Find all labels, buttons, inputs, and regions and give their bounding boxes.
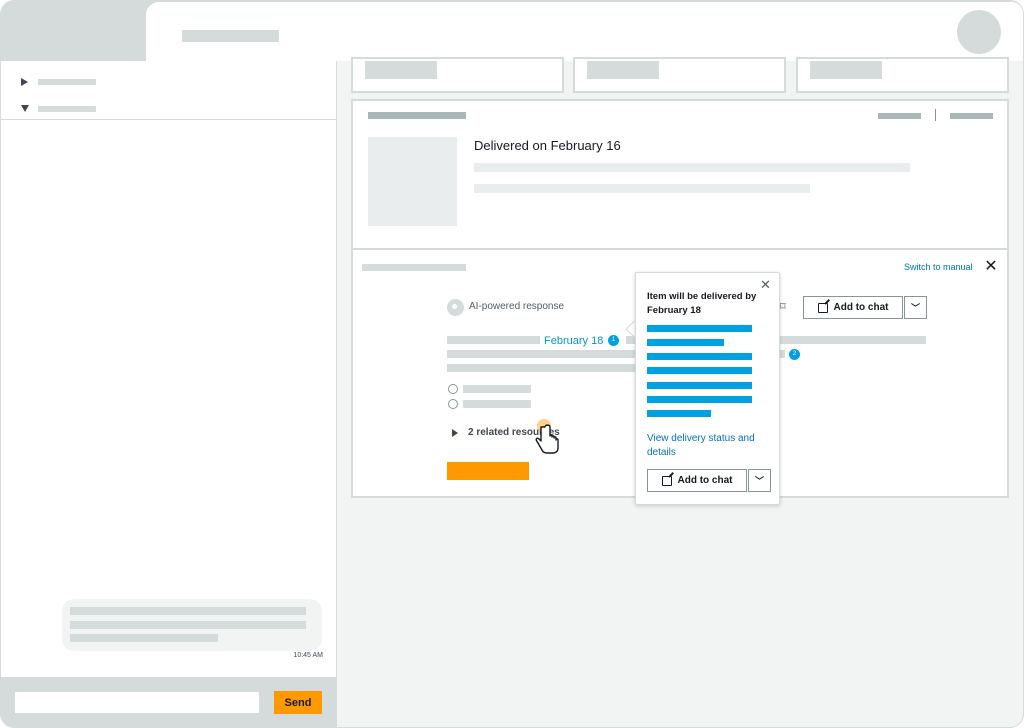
order-action[interactable] bbox=[950, 113, 993, 119]
summary-card-label bbox=[365, 61, 437, 79]
summary-card-label bbox=[810, 61, 882, 79]
order-detail-line bbox=[474, 184, 810, 193]
chevron-down-icon: ﹀ bbox=[910, 303, 920, 313]
delivery-date-link[interactable]: February 18 bbox=[544, 335, 603, 347]
popover-text-line bbox=[647, 382, 752, 389]
header-title bbox=[182, 30, 279, 42]
option-radio[interactable] bbox=[448, 384, 458, 394]
switch-to-manual-link[interactable]: Switch to manual bbox=[904, 262, 973, 272]
product-image bbox=[368, 137, 457, 226]
response-line bbox=[447, 364, 637, 372]
delivery-status-title: Delivered on February 16 bbox=[474, 138, 621, 153]
primary-action-button[interactable] bbox=[447, 462, 529, 480]
app-window: 10:45 AM Send Delivered on February 16 S… bbox=[0, 0, 1024, 728]
citation-badge-2[interactable]: 2 bbox=[789, 349, 800, 360]
divider bbox=[1, 119, 337, 120]
summary-card[interactable] bbox=[573, 57, 786, 93]
add-to-chat-dropdown[interactable]: ﹀ bbox=[904, 296, 927, 319]
caret-right-icon[interactable] bbox=[452, 429, 458, 437]
summary-card[interactable] bbox=[351, 57, 564, 93]
thumbs-down-icon[interactable]: ⌑ bbox=[780, 300, 786, 313]
ai-response-label: AI-powered response bbox=[469, 301, 565, 312]
tree-item-collapsed[interactable] bbox=[21, 75, 321, 91]
summary-card[interactable] bbox=[796, 57, 1009, 93]
message-line bbox=[70, 621, 306, 629]
option-label bbox=[463, 400, 531, 408]
caret-right-icon bbox=[21, 78, 28, 86]
close-icon[interactable]: ✕ bbox=[760, 278, 771, 293]
chat-panel: 10:45 AM Send bbox=[1, 1, 337, 727]
caret-down-icon bbox=[21, 105, 29, 112]
assistant-card-heading bbox=[362, 264, 466, 271]
popover-text-line bbox=[647, 353, 752, 360]
ai-sparkle-icon bbox=[447, 299, 464, 316]
action-separator bbox=[935, 109, 936, 121]
message-line bbox=[70, 634, 218, 642]
order-action[interactable] bbox=[878, 113, 921, 119]
add-to-chat-button[interactable]: Add to chat bbox=[803, 296, 903, 319]
add-to-chat-label: Add to chat bbox=[677, 475, 733, 486]
tree-item-expanded[interactable] bbox=[21, 101, 321, 117]
chevron-down-icon: ﹀ bbox=[754, 476, 764, 486]
edit-icon bbox=[817, 302, 828, 313]
add-to-chat-label: Add to chat bbox=[833, 302, 889, 313]
popover-text-line bbox=[647, 410, 711, 417]
popover-text-line bbox=[647, 367, 752, 374]
message-line bbox=[70, 607, 306, 615]
response-line bbox=[447, 336, 540, 344]
popover-add-to-chat-dropdown[interactable]: ﹀ bbox=[748, 469, 771, 492]
citation-badge-1[interactable]: 1 bbox=[608, 335, 619, 346]
popover-add-to-chat-button[interactable]: Add to chat bbox=[647, 469, 747, 492]
hand-cursor-icon bbox=[535, 419, 559, 454]
tree-item-label bbox=[38, 79, 96, 85]
option-radio[interactable] bbox=[448, 399, 458, 409]
view-delivery-status-link[interactable]: View delivery status and details bbox=[647, 432, 772, 460]
send-button[interactable]: Send bbox=[274, 691, 322, 714]
option-label bbox=[463, 385, 531, 393]
edit-icon bbox=[661, 475, 672, 486]
summary-card-label bbox=[587, 61, 659, 79]
order-detail-line bbox=[474, 163, 910, 172]
main-header bbox=[145, 1, 1023, 61]
chat-message-bubble bbox=[62, 599, 322, 651]
avatar[interactable] bbox=[957, 10, 1001, 54]
message-timestamp: 10:45 AM bbox=[293, 652, 323, 659]
popover-text-line bbox=[647, 339, 724, 346]
popover-text-line bbox=[647, 325, 752, 332]
chat-input[interactable] bbox=[14, 691, 260, 714]
tree-item-label bbox=[38, 106, 96, 112]
order-card-heading bbox=[368, 112, 466, 119]
popover-title: Item will be delivered by February 18 bbox=[647, 291, 757, 316]
popover-text-line bbox=[647, 396, 752, 403]
close-icon[interactable]: ✕ bbox=[983, 258, 999, 274]
